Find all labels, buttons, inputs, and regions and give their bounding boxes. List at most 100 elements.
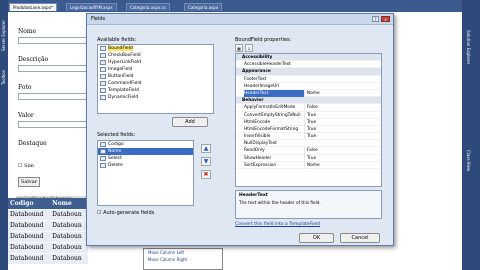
property-row[interactable]: FooterText: [236, 76, 381, 83]
property-name: Accessibility: [242, 55, 273, 60]
categorized-icon[interactable]: ▦: [235, 44, 243, 52]
property-name: InsertVisible: [244, 134, 271, 140]
property-grid[interactable]: Accessibility AccessibleHeaderText Appeara…: [235, 53, 382, 187]
label-destaque: Destaque: [18, 140, 47, 147]
tab-categoria-aspx[interactable]: Categoria.aspx: [184, 3, 223, 11]
grid-cell: Databound: [8, 241, 51, 253]
label-foto: Foto: [18, 84, 32, 91]
available-fields-tree[interactable]: BoundField CheckBoxField HyperLinkField …: [97, 44, 214, 114]
tab-legalizacao[interactable]: LegalizacaoRYM.aspx: [66, 3, 117, 11]
solution-explorer-tab[interactable]: Solution Explorer: [466, 30, 471, 64]
property-row[interactable]: ConvertEmptyStringToNull True: [236, 111, 381, 119]
grid-cell: Databound: [8, 208, 51, 220]
property-row[interactable]: AccessibleHeaderText: [236, 61, 381, 69]
property-name: HeaderText: [244, 89, 304, 97]
property-value[interactable]: Nome: [304, 89, 374, 97]
destaque-checkbox[interactable]: ☐ Sim: [18, 163, 34, 169]
toolbox-tab[interactable]: Toolbox: [1, 70, 6, 85]
property-row[interactable]: NullDisplayText: [236, 140, 381, 148]
tree-item[interactable]: BoundField: [98, 45, 213, 52]
help-icon[interactable]: ?: [372, 16, 379, 22]
auto-generate-checkbox[interactable]: ☐ Auto-generate fields: [97, 210, 154, 216]
property-row[interactable]: InsertVisible True: [236, 133, 381, 141]
convert-template-link[interactable]: Convert this field into a TemplateField: [235, 222, 320, 227]
delete-field-button[interactable]: ✖: [201, 170, 211, 179]
tab-produtos[interactable]: ProdutosLivre.aspx*: [9, 3, 57, 11]
grid-header-nome: Nome: [50, 198, 88, 209]
property-row[interactable]: SortExpression Nome: [236, 161, 381, 169]
list-item[interactable]: Codigo: [98, 141, 193, 148]
move-down-button[interactable]: ▼: [201, 157, 211, 166]
label-nome: Nome: [18, 28, 37, 35]
tab-categoria-cs[interactable]: Categoria.aspx.cs: [126, 3, 170, 11]
property-value[interactable]: True: [304, 133, 374, 141]
property-category[interactable]: Appearance: [236, 68, 381, 76]
property-value[interactable]: Nome: [304, 161, 374, 169]
property-category[interactable]: Accessibility: [236, 54, 381, 62]
add-button[interactable]: Add: [172, 117, 208, 127]
property-row[interactable]: HeaderImageUrl: [236, 83, 381, 90]
property-category[interactable]: Behavior: [236, 97, 381, 105]
property-row[interactable]: HtmlEncodeFormatString True: [236, 125, 381, 134]
selected-fields-list[interactable]: Codigo Nome Select Delete: [97, 140, 194, 206]
property-row[interactable]: HtmlEncode True: [236, 118, 381, 126]
property-row[interactable]: ShowHeader True: [236, 154, 381, 162]
list-item[interactable]: Select: [98, 155, 193, 162]
property-name: ApplyFormatInEditMode: [244, 105, 296, 111]
property-row[interactable]: ReadOnly False: [236, 147, 381, 155]
property-name: HtmlEncodeFormatString: [244, 126, 299, 132]
property-name: ShowHeader: [244, 155, 272, 161]
description-title: HeaderText: [239, 193, 268, 198]
list-item[interactable]: Nome: [98, 148, 193, 155]
nome-textbox[interactable]: [18, 37, 88, 44]
grid-cell: Databoun: [50, 230, 88, 242]
available-fields-label: Available fields:: [97, 37, 137, 43]
tree-item[interactable]: HyperLinkField: [98, 59, 213, 66]
property-value[interactable]: False: [304, 147, 374, 155]
dialog-title: Fields: [91, 16, 106, 22]
property-value[interactable]: True: [304, 154, 374, 162]
grid-cell: Databound: [8, 219, 51, 231]
property-toolbar: ▦ ↓: [235, 44, 275, 53]
property-value[interactable]: True: [304, 111, 374, 119]
ok-button[interactable]: OK: [299, 233, 334, 243]
tree-item[interactable]: ImageField: [98, 66, 213, 73]
property-row[interactable]: ApplyFormatInEditMode False: [236, 104, 381, 112]
right-tool-strip: Solution Explorer Class View: [462, 0, 480, 270]
property-name: Appearance: [242, 69, 271, 75]
move-right-link[interactable]: Move Column Right: [144, 256, 222, 263]
gridview[interactable]: Codigo Nome Databound Databoun Databound D…: [8, 198, 88, 264]
list-item[interactable]: Delete: [98, 162, 193, 169]
close-icon[interactable]: x: [381, 16, 390, 22]
move-left-link[interactable]: Move Column Left: [144, 249, 222, 256]
tree-item[interactable]: CheckBoxField: [98, 52, 213, 59]
grid-cell: Databoun: [50, 219, 88, 231]
grid-cell: Databoun: [50, 252, 88, 264]
property-description: HeaderText The text within the header of…: [235, 190, 382, 219]
property-value[interactable]: False: [304, 104, 374, 112]
cancel-button[interactable]: Cancel: [340, 233, 380, 243]
tree-item[interactable]: DynamicField: [98, 94, 213, 101]
descricao-textbox[interactable]: [18, 65, 88, 72]
property-name: ReadOnly: [244, 148, 265, 154]
property-row[interactable]: HeaderText Nome: [236, 89, 381, 98]
fields-dialog: Fields ? x Available fields: BoundField …: [86, 13, 394, 246]
tree-item[interactable]: CommandField: [98, 80, 213, 87]
foto-upload[interactable]: [18, 93, 88, 100]
move-up-button[interactable]: ▲: [201, 144, 211, 153]
properties-label: BoundField properties:: [235, 37, 292, 43]
property-name: FooterText: [244, 76, 267, 82]
valor-textbox[interactable]: [18, 121, 88, 128]
grid-header-codigo: Codigo: [8, 198, 51, 209]
server-explorer-tab[interactable]: Server Explorer: [1, 20, 6, 51]
tree-item[interactable]: ButtonField: [98, 73, 213, 80]
class-view-tab[interactable]: Class View: [466, 150, 471, 171]
property-name: NullDisplayText: [244, 141, 277, 147]
grid-cell: Databound: [8, 252, 51, 264]
salvar-button[interactable]: Salvar: [18, 177, 40, 187]
alphabetical-icon[interactable]: ↓: [245, 44, 253, 52]
grid-cell: Databoun: [50, 241, 88, 253]
property-value[interactable]: True: [304, 125, 374, 133]
tree-item[interactable]: TemplateField: [98, 87, 213, 94]
property-value[interactable]: True: [304, 118, 374, 126]
